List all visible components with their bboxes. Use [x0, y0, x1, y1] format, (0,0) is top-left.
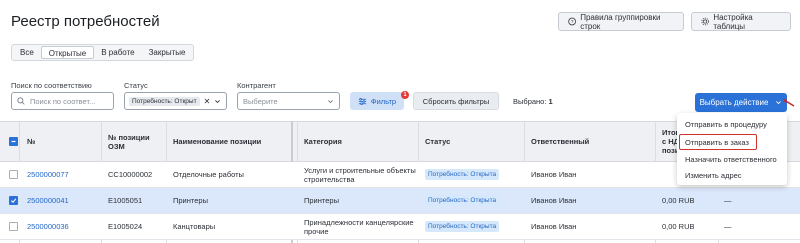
filter-button-label: Фильтр — [370, 96, 397, 106]
svg-text:?: ? — [571, 19, 574, 25]
col-header-category[interactable]: Категория — [304, 122, 342, 161]
row-status: Потребность: Открыта — [425, 188, 500, 213]
contractor-select[interactable]: Выберите — [237, 92, 340, 110]
help-circle-icon: ? — [568, 17, 576, 26]
menu-item-assign-responsible[interactable]: Назначить ответственного — [685, 155, 777, 164]
row-total: 0,00 RUB — [662, 196, 695, 205]
tab-in-progress[interactable]: В работе — [94, 46, 141, 59]
reset-filters-button[interactable]: Сбросить фильтры — [413, 92, 499, 110]
row-ozm: CC10000002 — [108, 170, 153, 179]
choose-action-label: Выбрать действие — [699, 98, 769, 107]
row-responsible: Иванов Иван — [531, 196, 577, 205]
table-settings-button[interactable]: Настройка таблицы — [691, 12, 791, 31]
status-badge: Потребность: Открыта — [425, 221, 500, 232]
col-header-name[interactable]: Наименование позиции — [173, 122, 261, 161]
pointer-arrow-icon — [783, 99, 795, 107]
row-ozm: E1005024 — [108, 222, 143, 231]
checkmark-icon — [10, 198, 17, 204]
minus-icon — [11, 140, 16, 143]
sliders-icon — [358, 97, 366, 105]
status-badge: Потребность: Открыта — [425, 169, 500, 180]
row-ozm: E1005051 — [108, 196, 143, 205]
selected-value: 1 — [548, 97, 553, 106]
row-number-link[interactable]: 2500000077 — [27, 162, 69, 187]
row-checkbox[interactable] — [9, 170, 18, 179]
table-row-selected[interactable]: 2500000041 E1005051 Принтеры Принтеры По… — [0, 188, 800, 214]
status-filter-chip: Потребность: Открыт — [129, 96, 200, 106]
row-checkbox[interactable] — [9, 222, 18, 231]
search-icon — [17, 97, 25, 105]
row-category: Принтеры — [304, 196, 339, 205]
row-name: Принтеры — [173, 196, 208, 205]
status-badge: Потребность: Открыта — [425, 195, 500, 206]
grouping-rules-button[interactable]: ? Правила группировки строк — [558, 12, 684, 31]
row-status: Потребность: Открыта — [425, 162, 500, 187]
contractor-label: Контрагент — [237, 81, 276, 90]
search-input[interactable]: Поиск по соответ... — [11, 92, 114, 110]
row-total: 0,00 RUB — [662, 222, 695, 231]
status-tabs: Все Открытые В работе Закрытые — [11, 44, 195, 61]
col-header-status[interactable]: Статус — [425, 122, 450, 161]
menu-item-change-address[interactable]: Изменить адрес — [685, 171, 742, 180]
row-name: Отделочные работы — [173, 170, 244, 179]
selected-label: Выбрано: — [513, 97, 547, 106]
status-label: Статус — [124, 81, 148, 90]
tab-open[interactable]: Открытые — [40, 46, 95, 59]
tab-all[interactable]: Все — [13, 46, 41, 59]
col-header-num[interactable]: № — [27, 122, 35, 161]
row-category-line2: прочие — [304, 226, 329, 236]
tab-closed[interactable]: Закрытые — [142, 46, 193, 59]
action-menu: Отправить в процедуру Отправить в заказ … — [677, 113, 787, 185]
row-number-link[interactable]: 2500000041 — [27, 188, 69, 213]
row-status: Потребность: Открыта — [425, 214, 500, 239]
row-responsible: Иванов Иван — [531, 170, 577, 179]
row-category-line1: Принадлежности канцелярские — [304, 217, 414, 227]
row-responsible: Иванов Иван — [531, 222, 577, 231]
choose-action-button[interactable]: Выбрать действие — [695, 93, 787, 112]
clear-icon[interactable]: ✕ — [204, 97, 211, 106]
page-title: Реестр потребностей — [11, 13, 160, 30]
contractor-placeholder: Выберите — [243, 96, 278, 106]
chevron-down-icon — [328, 99, 333, 103]
row-category: Услуги и строительные объекты строительс… — [304, 162, 416, 187]
row-name: Канцтовары — [173, 222, 216, 231]
row-extra: — — [724, 222, 732, 231]
row-checkbox[interactable] — [9, 196, 18, 205]
col-header-responsible[interactable]: Ответственный — [531, 122, 589, 161]
select-all-checkbox[interactable] — [9, 137, 18, 146]
registry-panel: Реестр потребностей ? Правила группировк… — [0, 0, 800, 243]
row-category: Принадлежности канцелярские прочие — [304, 214, 414, 239]
row-category-line1: Услуги и строительные объекты — [304, 165, 416, 175]
status-select[interactable]: Потребность: Открыт ✕ — [124, 92, 227, 110]
menu-item-send-to-procedure[interactable]: Отправить в процедуру — [685, 120, 767, 129]
selected-count: Выбрано: 1 — [513, 97, 553, 106]
col-header-ozm[interactable]: № позиции ОЗМ — [108, 122, 163, 161]
table-settings-label: Настройка таблицы — [713, 12, 753, 31]
gear-icon — [701, 17, 709, 26]
filter-button[interactable]: Фильтр — [350, 92, 404, 110]
table-row[interactable]: 2500000036 E1005024 Канцтовары Принадлеж… — [0, 214, 800, 240]
search-label: Поиск по соответствию — [11, 81, 92, 90]
filter-count-badge: 1 — [401, 91, 409, 99]
menu-item-send-to-order[interactable]: Отправить в заказ — [685, 138, 749, 147]
chevron-down-icon — [215, 99, 221, 103]
row-number-link[interactable]: 2500000036 — [27, 214, 69, 239]
row-category-line2: строительства — [304, 174, 355, 184]
grouping-rules-label: Правила группировки строк — [580, 12, 661, 31]
row-extra: — — [724, 196, 732, 205]
search-placeholder: Поиск по соответ... — [30, 96, 96, 106]
